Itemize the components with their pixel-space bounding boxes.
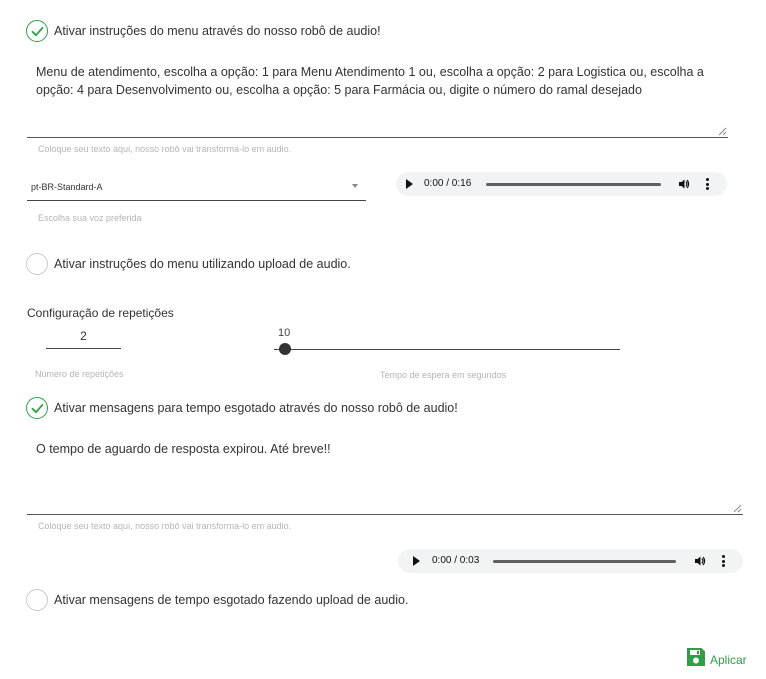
voice-select[interactable]: pt-BR-Standard-A [27, 176, 366, 201]
check-icon [31, 403, 44, 414]
timeout-audio-player[interactable]: 0:00 / 0:03 [398, 549, 743, 573]
audio-progress-track[interactable] [486, 183, 661, 186]
timeout-tts-radio[interactable] [26, 397, 48, 419]
play-icon[interactable] [413, 556, 420, 566]
menu-upload-label: Ativar instruções do menu utilizando upl… [54, 257, 351, 271]
menu-tts-radio[interactable] [26, 20, 48, 42]
more-vertical-icon[interactable] [706, 178, 709, 192]
volume-icon[interactable] [694, 555, 706, 567]
menu-tts-hint: Coloque seu texto aqui, nosso robô vai t… [38, 144, 292, 154]
voice-select-hint: Escolha sua voz preferida [38, 213, 142, 223]
timeout-tts-label: Ativar mensagens para tempo esgotado atr… [54, 401, 458, 415]
save-icon [687, 648, 705, 666]
repetitions-hint: Número de repetições [35, 369, 124, 379]
audio-time: 0:00 / 0:03 [432, 555, 480, 566]
apply-button[interactable]: Aplicar [685, 646, 747, 668]
audio-time: 0:00 / 0:16 [424, 178, 472, 189]
repetitions-input-underline [46, 348, 121, 349]
more-vertical-icon[interactable] [722, 555, 725, 569]
timeout-tts-hint: Coloque seu texto aqui, nosso robô vai t… [38, 521, 292, 531]
repeat-config-title: Configuração de repetições [27, 306, 174, 320]
menu-tts-textarea[interactable]: Menu de atendimento, escolha a opção: 1 … [27, 63, 728, 138]
check-icon [31, 26, 44, 37]
resize-handle-icon[interactable] [733, 504, 742, 513]
audio-progress-track[interactable] [493, 560, 676, 563]
resize-handle-icon[interactable] [718, 127, 727, 136]
wait-time-hint: Tempo de espera em segundos [380, 370, 507, 380]
volume-icon[interactable] [678, 178, 690, 190]
wait-time-slider-thumb[interactable] [279, 343, 291, 355]
wait-time-slider[interactable] [274, 349, 620, 350]
repetitions-input[interactable]: 2 [46, 329, 121, 343]
wait-time-value: 10 [278, 327, 291, 339]
play-icon[interactable] [406, 179, 413, 189]
voice-select-value: pt-BR-Standard-A [31, 182, 103, 192]
menu-tts-label: Ativar instruções do menu através do nos… [54, 24, 381, 38]
menu-audio-player[interactable]: 0:00 / 0:16 [396, 172, 727, 196]
timeout-upload-radio[interactable] [26, 589, 48, 611]
apply-button-label: Aplicar [710, 653, 747, 667]
timeout-tts-textarea[interactable]: O tempo de aguardo de resposta expirou. … [27, 440, 743, 515]
menu-upload-radio[interactable] [26, 253, 48, 275]
timeout-upload-label: Ativar mensagens de tempo esgotado fazen… [54, 593, 409, 607]
dropdown-arrow-icon [352, 184, 358, 188]
